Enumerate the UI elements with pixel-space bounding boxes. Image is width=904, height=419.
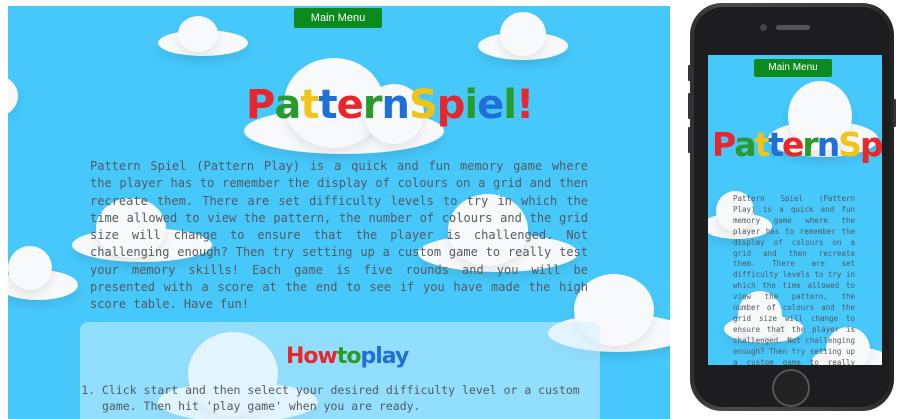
logo-letter: S [408,82,438,128]
how-to-play-heading-part: to [336,344,362,369]
logo-letter: n [381,82,410,128]
cloud-decoration [8,76,28,126]
logo-letter: t [300,82,319,128]
logo-letter: a [734,125,756,164]
pattern-spiel-logo: PatternSpiel! [712,125,882,164]
logo-letter: e [477,82,504,128]
desktop-preview: Main Menu PatternSpiel! Pattern Spiel (P… [8,6,670,419]
logo-letter: P [712,125,736,164]
how-to-play-heading-part: play [360,344,410,369]
logo-letter: l [503,82,517,128]
how-to-play-step: Click start and then select your desired… [102,382,602,414]
logo-letter: P [246,82,275,128]
logo-letter: t [318,82,337,128]
phone-speaker-icon [776,25,810,30]
main-menu-button[interactable]: Main Menu [294,8,382,28]
phone-camera-icon [760,24,767,31]
logo-letter: r [802,125,818,164]
logo-letter: t [768,125,784,164]
logo-letter: a [274,82,301,128]
logo-letter: r [362,82,383,128]
phone-home-button [772,369,810,407]
logo-letter: e [336,82,364,128]
how-to-play-heading-part: How [286,344,338,369]
logo-letter: e [782,125,804,164]
pattern-spiel-logo: PatternSpiel! [246,82,534,128]
logo-letter: i [464,82,478,128]
logo-letter: p [436,82,466,128]
logo-letter: p [859,125,882,164]
main-menu-button[interactable]: Main Menu [754,59,832,77]
how-to-play-heading: Howtoplay [286,344,410,369]
logo-letter: t [754,125,770,164]
cloud-decoration [478,12,568,62]
phone-side-button [688,127,691,153]
phone-side-button [893,99,896,127]
phone-side-button [688,93,691,119]
mobile-preview: Main Menu PatternSpiel! Pattern Spiel (P… [708,55,882,365]
phone-side-button [688,65,691,81]
logo-letter: S [838,125,862,164]
cloud-decoration [158,16,248,56]
phone-mockup: Main Menu PatternSpiel! Pattern Spiel (P… [688,3,896,411]
logo-letter: n [816,125,840,164]
game-description: Pattern Spiel (Pattern Play) is a quick … [90,159,588,312]
game-description: Pattern Spiel (Pattern Play) is a quick … [733,194,855,365]
cloud-decoration [8,246,78,306]
logo-letter: ! [515,82,534,128]
how-to-play-steps: Click start and then select your desired… [86,382,602,414]
